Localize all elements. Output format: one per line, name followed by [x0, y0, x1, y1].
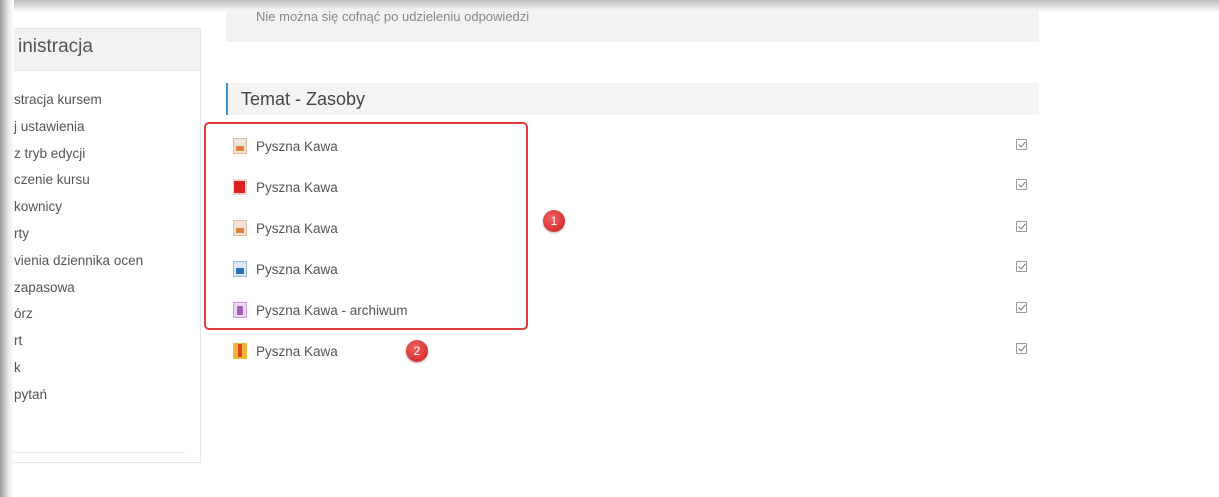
notice-text: Nie można się cofnąć po udzieleniu odpow…	[256, 9, 530, 24]
admin-item-course-completion[interactable]: czenie kursu	[14, 170, 143, 197]
admin-item-edit-mode[interactable]: z tryb edycji	[14, 144, 143, 171]
admin-item-filters[interactable]: rty	[14, 224, 143, 251]
folder-icon	[233, 343, 247, 359]
completion-checkbox[interactable]	[1016, 302, 1027, 313]
admin-item-edit-settings[interactable]: j ustawienia	[14, 117, 143, 144]
section-header: Temat - Zasoby	[226, 83, 1039, 115]
administration-title: inistracja	[14, 29, 200, 71]
completion-checkbox[interactable]	[1016, 343, 1027, 354]
callout-badge-2: 2	[406, 340, 428, 362]
admin-item-course-administration[interactable]: stracja kursem	[14, 90, 143, 117]
admin-item-gradebook-setup[interactable]: vienia dziennika ocen	[14, 251, 143, 278]
admin-item-users[interactable]: kownicy	[14, 197, 143, 224]
admin-item-restore[interactable]: órz	[14, 304, 143, 331]
previous-section-box: Nie można się cofnąć po udzieleniu odpow…	[226, 9, 1039, 42]
admin-item-backup[interactable]: zapasowa	[14, 278, 143, 305]
highlight-box	[204, 122, 528, 330]
sidebar-divider	[14, 452, 185, 453]
callout-badge-1: 1	[543, 210, 565, 232]
administration-menu: stracja kursem j ustawienia z tryb edycj…	[14, 90, 143, 412]
completion-checkbox[interactable]	[1016, 221, 1027, 232]
admin-item-import[interactable]: rt	[14, 331, 143, 358]
admin-item-question-bank[interactable]: pytań	[14, 385, 143, 412]
resource-link[interactable]: Pyszna Kawa	[256, 344, 338, 359]
admin-item-reset[interactable]: k	[14, 358, 143, 385]
window-shadow-left	[0, 0, 14, 497]
administration-block: inistracja stracja kursem j ustawienia z…	[14, 28, 201, 463]
section-title: Temat - Zasoby	[241, 89, 366, 109]
completion-checkbox[interactable]	[1016, 139, 1027, 150]
completion-checkbox[interactable]	[1016, 261, 1027, 272]
completion-checkbox[interactable]	[1016, 179, 1027, 190]
resource-row[interactable]: Pyszna Kawa	[233, 340, 338, 362]
